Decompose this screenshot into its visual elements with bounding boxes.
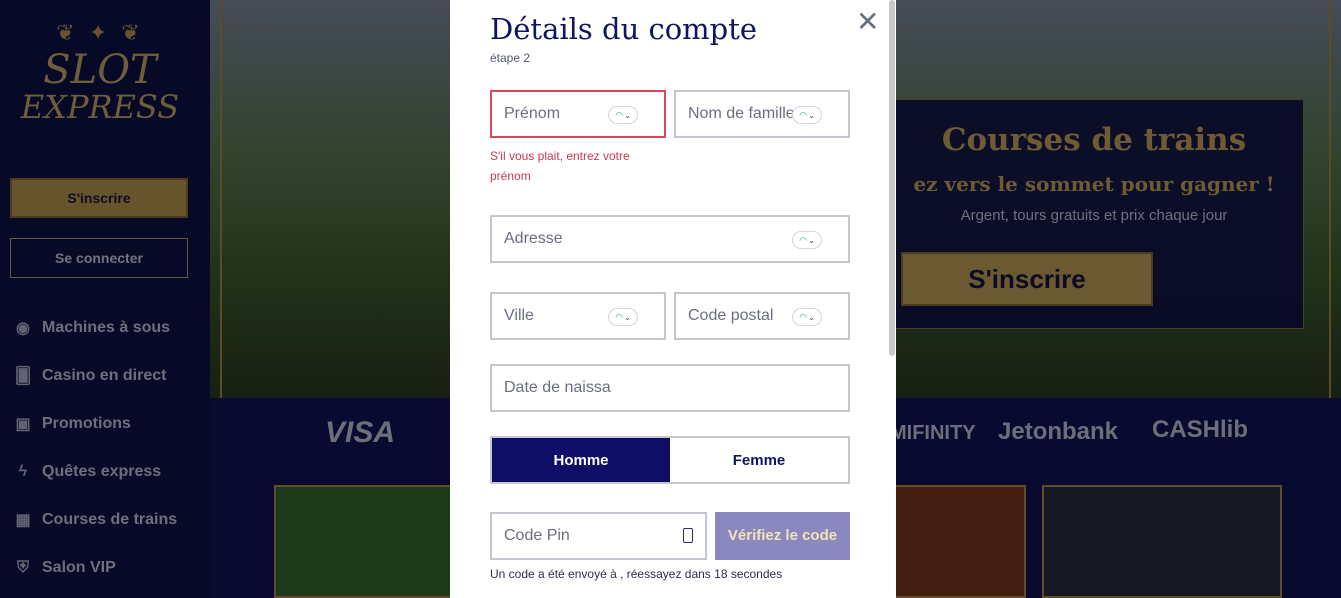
first-name-field[interactable]: Prénom ◠ ⌄	[490, 90, 666, 138]
birth-date-placeholder: Date de naissa	[504, 379, 611, 396]
gender-male-option[interactable]: Homme	[492, 438, 670, 482]
verify-code-button[interactable]: Vérifiez le code	[715, 512, 850, 560]
autofill-icon[interactable]: ◠ ⌄	[608, 106, 638, 124]
city-field[interactable]: Ville ◠ ⌄	[490, 292, 666, 340]
postal-code-placeholder: Code postal	[688, 307, 774, 324]
last-name-field[interactable]: Nom de famille ◠ ⌄	[674, 90, 850, 138]
gender-female-option[interactable]: Femme	[670, 438, 848, 482]
phone-icon	[683, 528, 693, 543]
gender-toggle: Homme Femme	[490, 436, 850, 484]
pin-code-placeholder: Code Pin	[504, 527, 570, 544]
account-details-modal: Détails du compte étape 2 ✕ Prénom ◠ ⌄ No…	[450, 0, 896, 598]
close-icon[interactable]: ✕	[856, 8, 879, 36]
postal-code-field[interactable]: Code postal ◠ ⌄	[674, 292, 850, 340]
autofill-icon[interactable]: ◠ ⌄	[792, 308, 822, 326]
code-sent-note: Un code a été envoyé à , réessayez dans …	[490, 567, 783, 581]
modal-scrollbar[interactable]	[888, 0, 896, 598]
autofill-icon[interactable]: ◠ ⌄	[792, 106, 822, 124]
last-name-placeholder: Nom de famille	[688, 105, 795, 122]
pin-code-field[interactable]: Code Pin	[490, 512, 707, 560]
first-name-error: S'il vous plait, entrez votre prénom	[490, 149, 630, 183]
address-placeholder: Adresse	[504, 230, 563, 247]
birth-date-field[interactable]: Date de naissa	[490, 364, 850, 412]
address-field[interactable]: Adresse ◠ ⌄	[490, 215, 850, 263]
modal-title: Détails du compte	[490, 12, 758, 46]
autofill-icon[interactable]: ◠ ⌄	[608, 308, 638, 326]
city-placeholder: Ville	[504, 307, 534, 324]
modal-step: étape 2	[490, 51, 531, 65]
autofill-icon[interactable]: ◠ ⌄	[792, 231, 822, 249]
first-name-placeholder: Prénom	[504, 105, 561, 122]
scrollbar-thumb[interactable]	[889, 0, 895, 356]
